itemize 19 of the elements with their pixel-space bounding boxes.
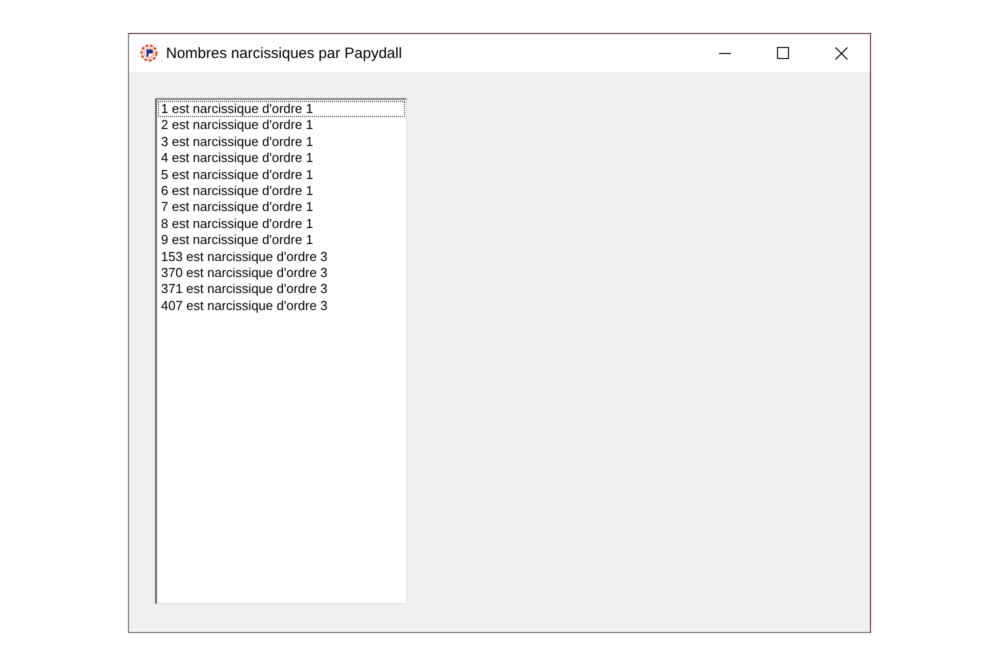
list-item[interactable]: 7 est narcissique d'ordre 1 [158, 199, 405, 216]
list-item[interactable]: 153 est narcissique d'ordre 3 [158, 248, 405, 265]
list-item[interactable]: 9 est narcissique d'ordre 1 [158, 232, 405, 249]
list-item[interactable]: 370 est narcissique d'ordre 3 [158, 264, 405, 282]
list-item[interactable]: 5 est narcissique d'ordre 1 [158, 166, 405, 183]
list-item[interactable]: 1 est narcissique d'ordre 1 [158, 101, 405, 118]
list-item[interactable]: 4 est narcissique d'ordre 1 [158, 150, 405, 167]
list-item[interactable]: 371 est narcissique d'ordre 3 [158, 281, 405, 298]
maximize-icon [777, 47, 789, 59]
list-item[interactable]: 2 est narcissique d'ordre 1 [158, 117, 405, 134]
window-title: Nombres narcissiques par Papydall [166, 44, 402, 62]
minimize-icon [719, 52, 731, 54]
close-icon [834, 46, 848, 60]
list-box[interactable] [155, 98, 407, 604]
app-icon [140, 44, 158, 62]
list-item[interactable]: 8 est narcissique d'ordre 1 [158, 216, 405, 232]
list-item[interactable]: 3 est narcissique d'ordre 1 [158, 134, 405, 150]
list-item[interactable]: 6 est narcissique d'ordre 1 [158, 182, 405, 200]
list-item[interactable]: 407 est narcissique d'ordre 3 [158, 298, 405, 314]
